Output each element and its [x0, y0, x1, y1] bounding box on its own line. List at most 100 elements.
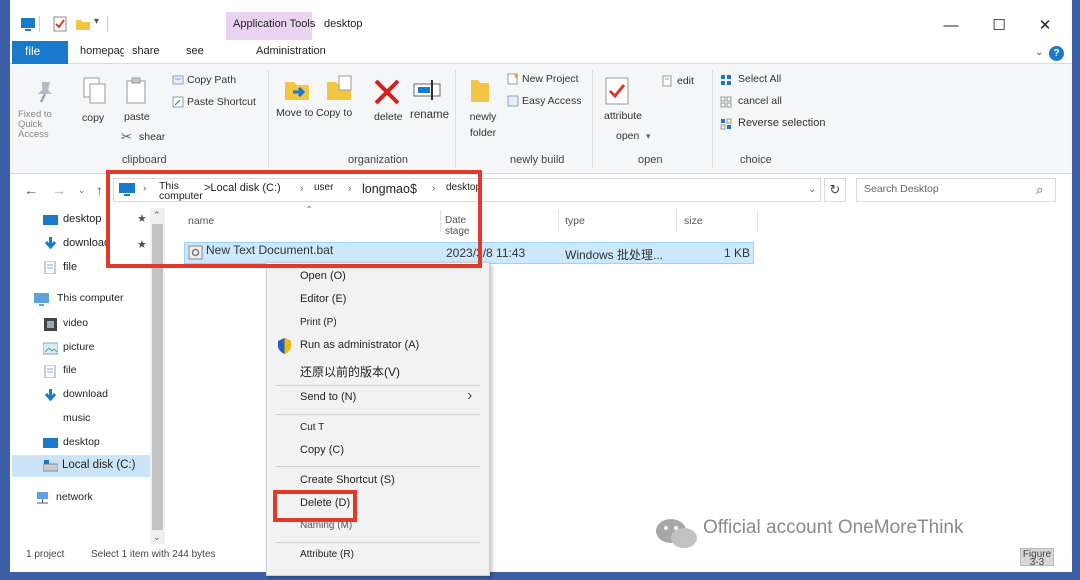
menu-create-shortcut[interactable]: Create Shortcut (S)	[300, 474, 395, 486]
cut-button[interactable]: shear	[139, 131, 165, 143]
this-computer-icon	[34, 293, 49, 306]
nav-quick-file[interactable]: file	[63, 261, 77, 273]
column-size[interactable]: size	[684, 215, 703, 227]
window-frame-left	[0, 0, 10, 580]
select-none-icon	[720, 96, 732, 108]
qat-dropdown-icon[interactable]: ▾	[94, 16, 99, 27]
open-button[interactable]: open	[616, 130, 639, 142]
paste-button[interactable]: paste	[124, 111, 150, 123]
rename-button[interactable]: rename	[410, 109, 449, 121]
local-disk-icon	[43, 460, 58, 472]
window-frame-bottom	[0, 572, 1080, 580]
paste-shortcut-button[interactable]: Paste Shortcut	[187, 96, 256, 108]
select-all-button[interactable]: Select All	[738, 73, 781, 85]
menu-print[interactable]: Print (P)	[300, 317, 337, 328]
organization-group-label: organization	[348, 154, 408, 166]
copy-button[interactable]: copy	[82, 112, 104, 124]
address-dropdown-icon[interactable]: ⌄	[808, 184, 816, 195]
menu-open[interactable]: Open (O)	[300, 270, 346, 282]
tab-file[interactable]: file	[12, 41, 68, 64]
copy-to-button[interactable]: Copy to	[316, 107, 352, 119]
nav-desktop[interactable]: desktop	[63, 436, 100, 448]
open-group-label: open	[638, 154, 663, 166]
menu-separator	[276, 414, 480, 415]
ribbon-separator	[268, 70, 269, 168]
menu-restore-previous[interactable]: 还原以前的版本(V)	[300, 363, 400, 380]
recent-locations-icon[interactable]: ⌄	[78, 185, 86, 196]
move-to-button[interactable]: Move to	[276, 107, 313, 119]
nav-scrollbar-thumb[interactable]	[152, 224, 163, 530]
properties-check-icon[interactable]	[52, 16, 68, 32]
column-type[interactable]: type	[565, 215, 585, 227]
watermark-text: Official account OneMoreThink	[703, 517, 964, 538]
tab-see[interactable]: see	[186, 45, 204, 57]
menu-send-to[interactable]: Send to (N)	[300, 391, 356, 403]
title-bar	[10, 10, 1072, 40]
invert-selection-button[interactable]: Reverse selection	[738, 117, 825, 129]
delete-button[interactable]: delete	[374, 111, 403, 123]
menu-edit[interactable]: Editor (E)	[300, 293, 346, 305]
menu-copy[interactable]: Copy (C)	[300, 444, 344, 456]
select-all-icon	[721, 75, 731, 85]
menu-cut[interactable]: Cut T	[300, 422, 324, 433]
edit-button[interactable]: edit	[677, 75, 694, 87]
nav-network[interactable]: network	[56, 491, 93, 503]
minimize-button[interactable]: —	[928, 12, 974, 38]
nav-video[interactable]: video	[63, 317, 88, 329]
refresh-icon[interactable]: ↻	[824, 178, 846, 202]
forward-arrow-icon[interactable]: →	[52, 182, 66, 198]
new-folder-button[interactable]: newly folder	[461, 109, 505, 141]
help-icon[interactable]: ?	[1049, 46, 1064, 61]
nav-quick-download[interactable]: download	[63, 237, 110, 249]
select-none-button[interactable]: cancel all	[738, 95, 782, 107]
scroll-down-icon[interactable]: ⌄	[153, 532, 161, 543]
menu-separator	[276, 466, 480, 467]
figure-label: Figure 3-3	[1020, 548, 1054, 568]
pin-quick-access-button[interactable]: Fixed to Quick Access	[18, 110, 64, 140]
maximize-button[interactable]: ☐	[976, 12, 1022, 38]
tab-administration[interactable]: Administration	[256, 45, 326, 57]
tab-home[interactable]: homepage	[80, 45, 124, 57]
copy-path-icon	[172, 75, 184, 85]
search-icon[interactable]: ⌕	[1036, 182, 1043, 198]
up-arrow-icon[interactable]: ↑	[96, 182, 103, 198]
nav-picture[interactable]: picture	[63, 341, 95, 353]
new-item-button[interactable]: New Project	[522, 73, 579, 85]
documents-icon	[44, 365, 56, 378]
ribbon-collapse-icon[interactable]: ⌄	[1035, 47, 1043, 58]
tab-share[interactable]: share	[132, 45, 160, 57]
copy-icon	[83, 77, 106, 104]
uac-shield-icon	[278, 338, 291, 354]
nav-this-computer[interactable]: This computer	[57, 292, 124, 304]
close-button[interactable]: ✕	[1022, 12, 1068, 38]
back-arrow-icon[interactable]: ←	[24, 182, 38, 198]
desktop-icon	[43, 438, 58, 448]
open-dropdown-icon[interactable]: ▾	[646, 131, 651, 142]
nav-music[interactable]: music	[63, 412, 90, 424]
file-type: Windows 批处理...	[565, 248, 664, 262]
documents-icon	[44, 261, 56, 274]
properties-button[interactable]: attribute	[604, 110, 642, 122]
nav-quick-desktop[interactable]: desktop	[63, 213, 102, 225]
copy-to-icon	[327, 75, 352, 100]
window-frame-right	[1072, 0, 1080, 580]
invert-selection-icon	[720, 118, 732, 130]
submenu-chevron-icon: ›	[467, 387, 473, 404]
paste-shortcut-icon	[172, 96, 184, 108]
new-folder-qat-icon[interactable]	[75, 16, 91, 32]
easy-access-icon	[507, 95, 519, 107]
easy-access-button[interactable]: Easy Access	[522, 95, 582, 107]
ribbon-separator	[712, 70, 713, 168]
pin-icon	[38, 82, 52, 103]
menu-properties[interactable]: Attribute (R)	[300, 549, 354, 560]
app-tools-label[interactable]: Application Tools	[233, 18, 315, 30]
menu-run-as-admin[interactable]: Run as administrator (A)	[300, 339, 419, 351]
search-input[interactable]: Search Desktop	[864, 183, 939, 195]
choice-group-label: choice	[740, 154, 772, 166]
annotation-highlight-delete	[273, 490, 357, 522]
nav-local-disk[interactable]: Local disk (C:)	[62, 459, 136, 471]
network-icon	[37, 492, 48, 504]
nav-download[interactable]: download	[63, 388, 108, 400]
copy-path-button[interactable]: Copy Path	[187, 74, 236, 86]
nav-file[interactable]: file	[63, 364, 76, 376]
